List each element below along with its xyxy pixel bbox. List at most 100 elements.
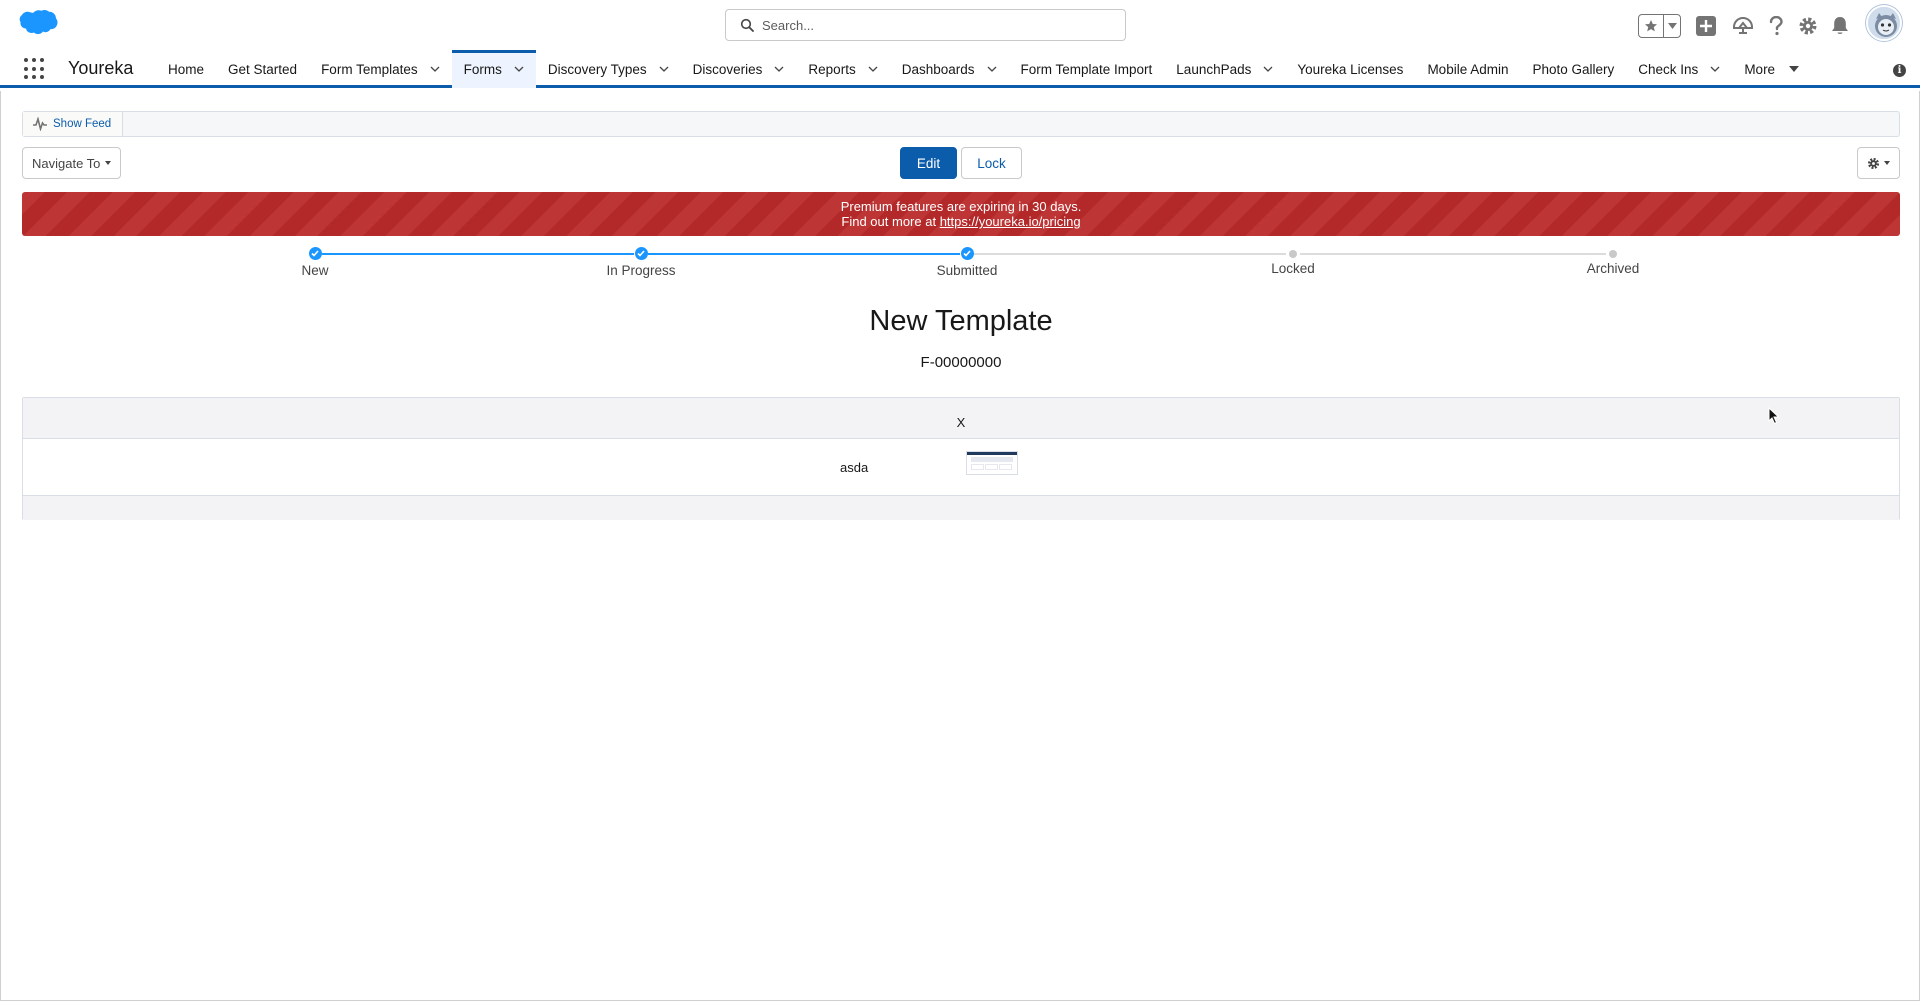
nav-item-youreka-licenses[interactable]: Youreka Licenses (1285, 50, 1415, 88)
path-step-label: Submitted (936, 263, 998, 278)
chevron-down-icon[interactable] (1710, 64, 1720, 74)
nav-item-label: Form Templates (321, 61, 418, 77)
nav-item-launchpads[interactable]: LaunchPads (1164, 50, 1285, 88)
global-actions-add-icon[interactable] (1694, 14, 1718, 38)
show-feed-button[interactable]: Show Feed (23, 112, 123, 136)
nav-more-label: More (1744, 61, 1776, 77)
trailhead-icon[interactable] (1731, 14, 1755, 38)
nav-item-label: Reports (808, 61, 856, 77)
chevron-down-icon[interactable] (1263, 64, 1273, 74)
salesforce-logo-icon[interactable] (16, 9, 58, 39)
favorites-button[interactable] (1638, 14, 1681, 38)
premium-expiry-banner: Premium features are expiring in 30 days… (22, 192, 1900, 236)
path-step-label: In Progress (606, 263, 676, 278)
chevron-down-icon[interactable] (987, 64, 997, 74)
check-icon (308, 247, 322, 260)
chevron-down-icon[interactable] (868, 64, 878, 74)
nav-item-label: Forms (463, 61, 502, 77)
chevron-down-icon[interactable] (774, 64, 784, 74)
form-preview-thumbnail[interactable] (966, 451, 1018, 475)
banner-line-2-prefix: Find out more at (841, 214, 940, 229)
nav-item-label: Check Ins (1638, 61, 1699, 77)
nav-item-label: Photo Gallery (1532, 61, 1615, 77)
table-header[interactable]: X (23, 398, 1899, 439)
feed-pulse-icon (33, 117, 47, 131)
lock-button[interactable]: Lock (961, 147, 1022, 179)
chevron-down-icon[interactable] (659, 64, 669, 74)
search-icon (740, 18, 754, 32)
notifications-bell-icon[interactable] (1828, 14, 1852, 38)
path-step-label: New (301, 263, 329, 278)
nav-item-forms[interactable]: Forms (451, 50, 537, 88)
nav-item-label: Youreka Licenses (1297, 61, 1404, 77)
nav-item-form-template-import[interactable]: Form Template Import (1009, 50, 1165, 88)
global-header (0, 0, 1920, 50)
navigate-to-label: Navigate To (32, 155, 101, 171)
path-step-archived[interactable]: Archived (1543, 247, 1683, 276)
nav-item-discovery-types[interactable]: Discovery Types (536, 50, 681, 88)
nav-item-photo-gallery[interactable]: Photo Gallery (1520, 50, 1626, 88)
nav-more-menu[interactable]: More (1732, 50, 1811, 88)
nav-item-mobile-admin[interactable]: Mobile Admin (1415, 50, 1520, 88)
banner-line-2: Find out more at https://youreka.io/pric… (22, 214, 1900, 229)
nav-items: Home Get Started Form Templates Forms Discov… (156, 50, 1811, 88)
favorites-dropdown-icon[interactable] (1664, 15, 1680, 37)
pricing-link[interactable]: https://youreka.io/pricing (940, 214, 1081, 229)
nav-item-label: Dashboards (901, 61, 975, 77)
path-step-submitted[interactable]: Submitted (897, 247, 1037, 278)
search-input[interactable] (762, 17, 1102, 33)
global-search[interactable] (725, 9, 1126, 41)
navigate-to-dropdown[interactable]: Navigate To (22, 147, 121, 179)
nav-item-label: Discovery Types (547, 61, 647, 77)
nav-item-check-ins[interactable]: Check Ins (1626, 50, 1732, 88)
nav-item-label: Home (168, 61, 205, 77)
page-title: New Template (869, 305, 1053, 337)
path-step-locked[interactable]: Locked (1223, 247, 1363, 276)
nav-item-reports[interactable]: Reports (796, 50, 889, 88)
chevron-down-icon[interactable] (514, 64, 524, 74)
row-name: asda (840, 460, 869, 475)
step-dot-icon (1289, 249, 1297, 258)
chevron-down-icon (1884, 161, 1890, 165)
chevron-down-icon[interactable] (430, 64, 440, 74)
mouse-cursor-icon (1768, 407, 1780, 425)
banner-line-1: Premium features are expiring in 30 days… (840, 199, 1082, 214)
nav-item-home[interactable]: Home (156, 50, 216, 88)
nav-item-label: Mobile Admin (1427, 61, 1509, 77)
info-icon[interactable]: i (1893, 64, 1906, 77)
app-navigation-bar: Youreka Home Get Started Form Templates For… (0, 50, 1920, 88)
app-launcher-waffle-icon[interactable] (24, 58, 46, 80)
nav-item-form-templates[interactable]: Form Templates (309, 50, 452, 88)
check-icon (634, 247, 648, 260)
gear-icon (1867, 157, 1880, 169)
path-step-in-progress[interactable]: In Progress (571, 247, 711, 278)
app-name: Youreka (68, 58, 134, 78)
nav-item-label: Form Template Import (1020, 61, 1153, 77)
setup-gear-icon[interactable] (1796, 14, 1820, 38)
record-page: Show Feed Navigate To Edit Lock Premium … (0, 91, 1920, 1001)
favorites-star-icon[interactable] (1639, 15, 1664, 37)
user-avatar[interactable] (1866, 5, 1902, 41)
path-step-label: Archived (1586, 260, 1640, 276)
show-feed-label: Show Feed (53, 118, 112, 130)
form-id: F-00000000 (920, 354, 1002, 371)
caret-down-icon (1789, 66, 1800, 72)
settings-menu-button[interactable] (1857, 147, 1900, 179)
nav-item-dashboards[interactable]: Dashboards (890, 50, 1009, 88)
step-dot-icon (1609, 249, 1617, 258)
nav-item-label: Get Started (228, 61, 298, 77)
nav-item-get-started[interactable]: Get Started (216, 50, 309, 88)
status-path: New In Progress Submitted Locked Archived (1, 241, 1920, 285)
table-footer (23, 496, 1899, 520)
path-step-new[interactable]: New (245, 247, 385, 278)
chevron-down-icon (105, 161, 112, 165)
table-row[interactable]: asda (23, 439, 1899, 496)
nav-item-discoveries[interactable]: Discoveries (681, 50, 797, 88)
nav-item-label: Discoveries (692, 61, 763, 77)
check-icon (960, 247, 974, 260)
path-step-label: Locked (1271, 260, 1315, 276)
edit-button[interactable]: Edit (900, 147, 957, 179)
help-icon[interactable] (1764, 14, 1788, 38)
form-table: X asda (22, 397, 1900, 520)
feed-bar: Show Feed (22, 111, 1900, 137)
